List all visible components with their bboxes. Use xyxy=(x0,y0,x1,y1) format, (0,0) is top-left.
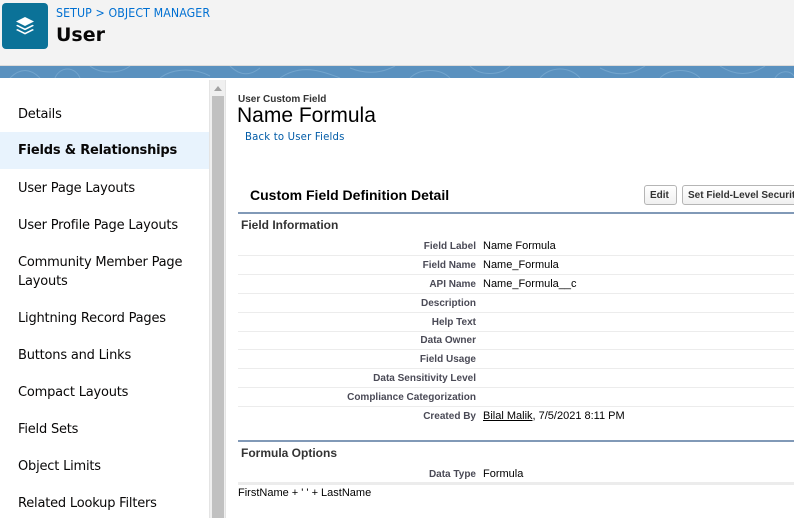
detail-row-field-usage: Field Usage xyxy=(238,350,794,369)
row-value: Name Formula xyxy=(483,240,556,252)
row-label: Data Owner xyxy=(420,335,476,346)
sidebar-item-label-line2: Layouts xyxy=(18,274,68,289)
sidebar-item-user-page-layouts[interactable]: User Page Layouts xyxy=(0,179,209,198)
sidebar-item-label: Compact Layouts xyxy=(18,385,129,400)
page-header: SETUP > OBJECT MANAGER User xyxy=(0,0,794,66)
sidebar-item-buttons-and-links[interactable]: Buttons and Links xyxy=(0,346,209,365)
sidebar-item-label: Buttons and Links xyxy=(18,348,132,363)
sidebar-nav: Details Fields & Relationships User Page… xyxy=(0,78,209,518)
sidebar-item-user-profile-page-layouts[interactable]: User Profile Page Layouts xyxy=(0,216,209,235)
section-title: Custom Field Definition Detail xyxy=(250,187,450,203)
row-label: Field Label xyxy=(423,241,476,252)
section-divider xyxy=(238,440,794,442)
sidebar-item-field-sets[interactable]: Field Sets xyxy=(0,420,209,439)
row-label: Data Sensitivity Level xyxy=(373,373,476,384)
sidebar-item-label: Lightning Record Pages xyxy=(18,311,166,326)
sidebar-item-details[interactable]: Details xyxy=(0,105,209,124)
sidebar-item-label: Fields & Relationships xyxy=(18,143,178,158)
section-divider xyxy=(238,212,794,214)
breadcrumb-setup[interactable]: SETUP xyxy=(56,6,92,20)
detail-row-description: Description xyxy=(238,294,794,313)
row-value: Name_Formula xyxy=(483,259,559,271)
sidebar-scrollbar[interactable] xyxy=(209,80,226,518)
detail-row-api-name: API Name Name_Formula__c xyxy=(238,275,794,294)
sidebar-item-label: Field Sets xyxy=(18,422,79,437)
sidebar-item-lightning-record-pages[interactable]: Lightning Record Pages xyxy=(0,309,209,328)
decorative-banner xyxy=(0,66,794,78)
formula-expression: FirstName + ' ' + LastName xyxy=(238,487,372,499)
scroll-thumb[interactable] xyxy=(212,96,224,518)
created-by-user-link[interactable]: Bilal Malik xyxy=(483,410,533,422)
detail-row-created-by: Created By Bilal Malik, 7/5/2021 8:11 PM xyxy=(238,407,794,426)
row-label: API Name xyxy=(429,279,476,290)
detail-row-data-owner: Data Owner xyxy=(238,331,794,350)
sidebar-item-label: Related Lookup Filters xyxy=(18,496,157,511)
back-to-user-fields-link[interactable]: Back to User Fields xyxy=(245,130,345,143)
detail-row-field-name: Field Name Name_Formula xyxy=(238,256,794,275)
sidebar-item-label: User Profile Page Layouts xyxy=(18,218,178,233)
detail-row-data-sensitivity-level: Data Sensitivity Level xyxy=(238,369,794,388)
set-field-level-security-button[interactable]: Set Field-Level Securit xyxy=(682,185,794,205)
field-information-title: Field Information xyxy=(241,218,339,232)
sidebar-item-object-limits[interactable]: Object Limits xyxy=(0,457,209,476)
sidebar-item-related-lookup-filters[interactable]: Related Lookup Filters xyxy=(0,494,209,513)
row-value: Formula xyxy=(483,468,524,480)
sidebar-item-community-member-page-layouts[interactable]: Community Member Page Layouts xyxy=(0,253,209,291)
main-content: User Custom Field Name Formula Back to U… xyxy=(226,78,794,518)
sidebar-item-label: Details xyxy=(18,107,62,122)
sidebar-item-label: User Page Layouts xyxy=(18,181,135,196)
sidebar-item-fields-relationships[interactable]: Fields & Relationships xyxy=(0,132,209,169)
detail-row-help-text: Help Text xyxy=(238,313,794,332)
record-title: Name Formula xyxy=(237,104,376,127)
breadcrumb-object-manager[interactable]: OBJECT MANAGER xyxy=(108,6,210,20)
detail-row-field-label: Field Label Name Formula xyxy=(238,237,794,256)
sidebar-item-label: Object Limits xyxy=(18,459,101,474)
detail-row-compliance-categorization: Compliance Categorization xyxy=(238,388,794,407)
row-label: Help Text xyxy=(431,317,476,328)
page-title: User xyxy=(56,24,105,46)
edit-button[interactable]: Edit xyxy=(644,185,677,205)
breadcrumb: SETUP > OBJECT MANAGER xyxy=(56,6,210,20)
row-label: Created By xyxy=(423,411,476,422)
row-label: Field Name xyxy=(422,260,476,271)
formula-options-title: Formula Options xyxy=(241,446,337,460)
row-label: Compliance Categorization xyxy=(347,392,476,403)
detail-row-data-type: Data Type Formula xyxy=(238,465,794,485)
scroll-up-arrow-icon[interactable] xyxy=(214,86,222,91)
row-label: Field Usage xyxy=(419,354,476,365)
row-value: Name_Formula__c xyxy=(483,278,577,290)
breadcrumb-separator: > xyxy=(91,6,109,20)
created-date: , 7/5/2021 8:11 PM xyxy=(532,410,625,422)
row-label: Data Type xyxy=(428,469,476,480)
row-label: Description xyxy=(420,298,476,309)
row-value: Bilal Malik, 7/5/2021 8:11 PM xyxy=(483,410,625,422)
sidebar-item-compact-layouts[interactable]: Compact Layouts xyxy=(0,383,209,402)
layers-icon xyxy=(2,3,48,49)
sidebar-item-label: Community Member Page xyxy=(18,255,183,270)
